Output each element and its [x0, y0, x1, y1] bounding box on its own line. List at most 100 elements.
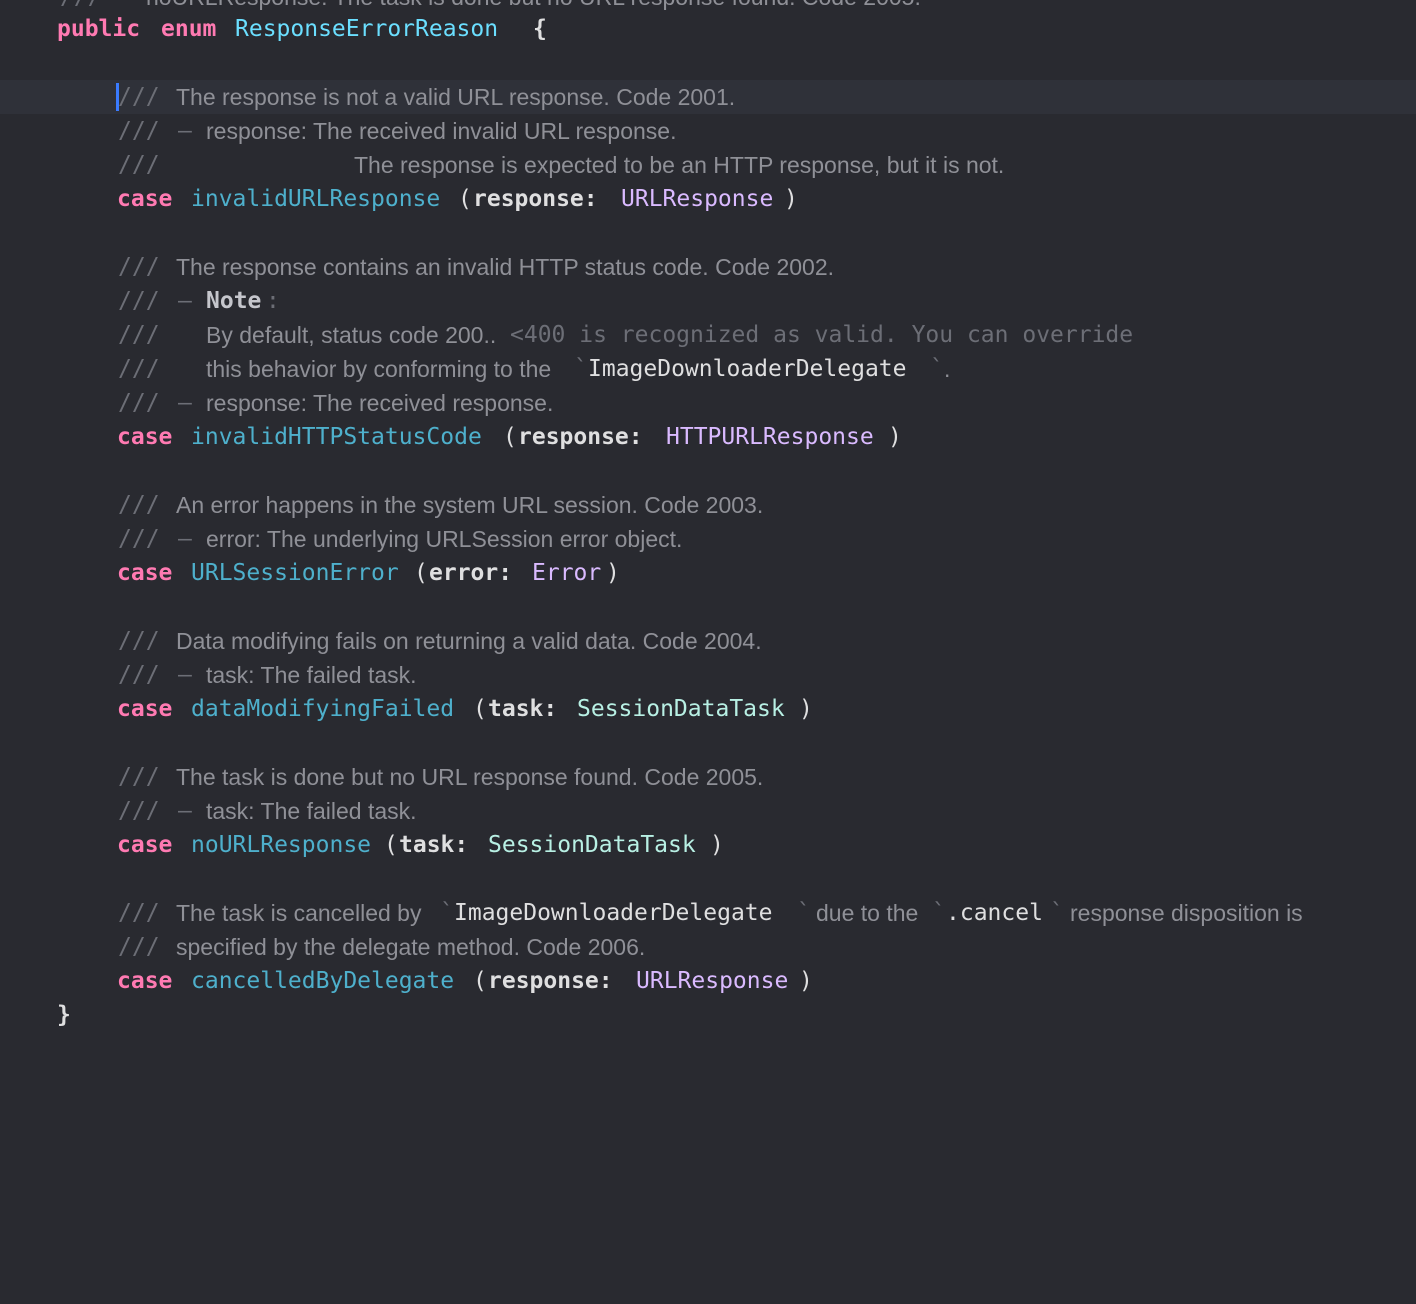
code-line: /// – task: The failed task.: [0, 658, 1416, 692]
open-brace: {: [533, 16, 547, 42]
doc-comment-slashes: ///: [118, 798, 160, 824]
open-paren: (: [503, 424, 517, 450]
doc-comment-text: due to the: [816, 900, 919, 926]
doc-comment-slashes: ///: [118, 628, 160, 654]
code-line: /// The response contains an invalid HTT…: [0, 250, 1416, 284]
code-line: case dataModifyingFailed ( task: Session…: [0, 692, 1416, 726]
code-line: /// – response: The received invalid URL…: [0, 114, 1416, 148]
code-line: case URLSessionError ( error: Error ): [0, 556, 1416, 590]
close-paren: ): [710, 832, 724, 858]
backtick: `: [1050, 900, 1064, 926]
close-paren: ): [784, 186, 798, 212]
case-name: invalidHTTPStatusCode: [191, 424, 482, 450]
code-line: /// specified by the delegate method. Co…: [0, 930, 1416, 964]
doc-comment-text: response: The received response.: [206, 390, 554, 416]
case-name: cancelledByDelegate: [191, 968, 455, 994]
open-paren: (: [473, 968, 487, 994]
keyword-public: public: [57, 16, 141, 42]
doc-comment-text: error: The underlying URLSession error o…: [206, 526, 683, 552]
doc-comment-text: By default, status code 200..: [206, 322, 497, 348]
code-editor[interactable]: /// noURLResponse: The task is done but …: [0, 0, 1416, 1042]
open-paren: (: [458, 186, 472, 212]
code-line: /// An error happens in the system URL s…: [0, 488, 1416, 522]
doc-comment-slashes: ///: [118, 152, 160, 178]
code-line: /// – error: The underlying URLSession e…: [0, 522, 1416, 556]
open-paren: (: [473, 696, 487, 722]
code-line: /// this behavior by conforming to the `…: [0, 352, 1416, 386]
open-paren: (: [414, 560, 428, 586]
keyword-case: case: [117, 968, 173, 994]
doc-comment-slashes: ///: [118, 934, 160, 960]
doc-comment-text: The response contains an invalid HTTP st…: [176, 254, 835, 280]
doc-bullet-dash: –: [178, 526, 192, 552]
doc-comment-mono-text: <400 is recognized as valid. You can ove…: [510, 322, 1134, 348]
param-type: HTTPURLResponse: [666, 424, 874, 450]
doc-comment-text: specified by the delegate method. Code 2…: [176, 934, 646, 960]
param-label: response:: [518, 424, 643, 450]
doc-comment-text: response: The received invalid URL respo…: [206, 118, 677, 144]
param-type: SessionDataTask: [577, 696, 785, 722]
doc-comment-slashes: ///: [118, 84, 160, 110]
code-line: case noURLResponse ( task: SessionDataTa…: [0, 828, 1416, 862]
param-type: SessionDataTask: [488, 832, 696, 858]
param-label: task:: [488, 696, 558, 722]
param-type: Error: [532, 560, 602, 586]
doc-comment-slashes: ///: [118, 526, 160, 552]
backtick: `: [932, 900, 946, 926]
param-type: URLResponse: [636, 968, 789, 994]
code-line: /// The task is cancelled by ` ImageDown…: [0, 896, 1416, 930]
code-line: case cancelledByDelegate ( response: URL…: [0, 964, 1416, 998]
symbol-reference: ImageDownloaderDelegate: [454, 900, 773, 926]
keyword-enum: enum: [161, 16, 217, 42]
doc-note-colon: :: [266, 288, 280, 314]
doc-comment-text: response disposition is: [1070, 900, 1303, 926]
case-name: URLSessionError: [191, 560, 399, 586]
code-line: public enum ResponseErrorReason {: [0, 12, 1416, 46]
doc-bullet-dash: –: [178, 118, 192, 144]
doc-comment-text: The response is expected to be an HTTP r…: [354, 152, 1005, 178]
doc-comment-slashes: ///: [118, 390, 160, 416]
close-paren: ): [799, 696, 813, 722]
backtick: `: [930, 356, 944, 382]
code-line: /// The task is done but no URL response…: [0, 760, 1416, 794]
doc-bullet-dash: –: [178, 288, 192, 314]
doc-comment-slashes: ///: [118, 662, 160, 688]
doc-bullet-dash: –: [178, 390, 192, 416]
doc-comment-text: task: The failed task.: [206, 798, 417, 824]
keyword-case: case: [117, 696, 173, 722]
param-label: response:: [473, 186, 598, 212]
doc-comment-text: task: The failed task.: [206, 662, 417, 688]
doc-comment-slashes: ///: [118, 492, 160, 518]
code-line: /// – response: The received response.: [0, 386, 1416, 420]
doc-comment-slashes: ///: [118, 322, 160, 348]
code-line: /// – Note :: [0, 284, 1416, 318]
open-paren: (: [384, 832, 398, 858]
backtick: `: [440, 900, 454, 926]
doc-comment-slashes: ///: [118, 288, 160, 314]
doc-comment-text: Data modifying fails on returning a vali…: [176, 628, 762, 654]
case-name: noURLResponse: [191, 832, 372, 858]
close-brace: }: [57, 1002, 71, 1028]
param-label: error:: [429, 560, 513, 586]
param-label: task:: [399, 832, 469, 858]
keyword-case: case: [117, 424, 173, 450]
doc-comment-slashes: ///: [118, 356, 160, 382]
doc-comment-slashes: ///: [118, 764, 160, 790]
code-line: case invalidHTTPStatusCode ( response: H…: [0, 420, 1416, 454]
code-line: case invalidURLResponse ( response: URLR…: [0, 182, 1416, 216]
doc-comment-text: An error happens in the system URL sessi…: [176, 492, 764, 518]
doc-comment-slashes: ///: [118, 118, 160, 144]
keyword-case: case: [117, 560, 173, 586]
doc-note-label: Note: [206, 288, 262, 314]
close-paren: ): [888, 424, 902, 450]
code-line: /// Data modifying fails on returning a …: [0, 624, 1416, 658]
doc-bullet-dash: –: [178, 662, 192, 688]
keyword-case: case: [117, 832, 173, 858]
doc-comment-text: The task is cancelled by: [176, 900, 422, 926]
case-name: invalidURLResponse: [191, 186, 441, 212]
code-line: /// The response is expected to be an HT…: [0, 148, 1416, 182]
doc-comment-text: The response is not a valid URL response…: [176, 84, 736, 110]
doc-comment-text: The task is done but no URL response fou…: [176, 764, 764, 790]
doc-bullet-dash: –: [178, 798, 192, 824]
code-line: /// – task: The failed task.: [0, 794, 1416, 828]
